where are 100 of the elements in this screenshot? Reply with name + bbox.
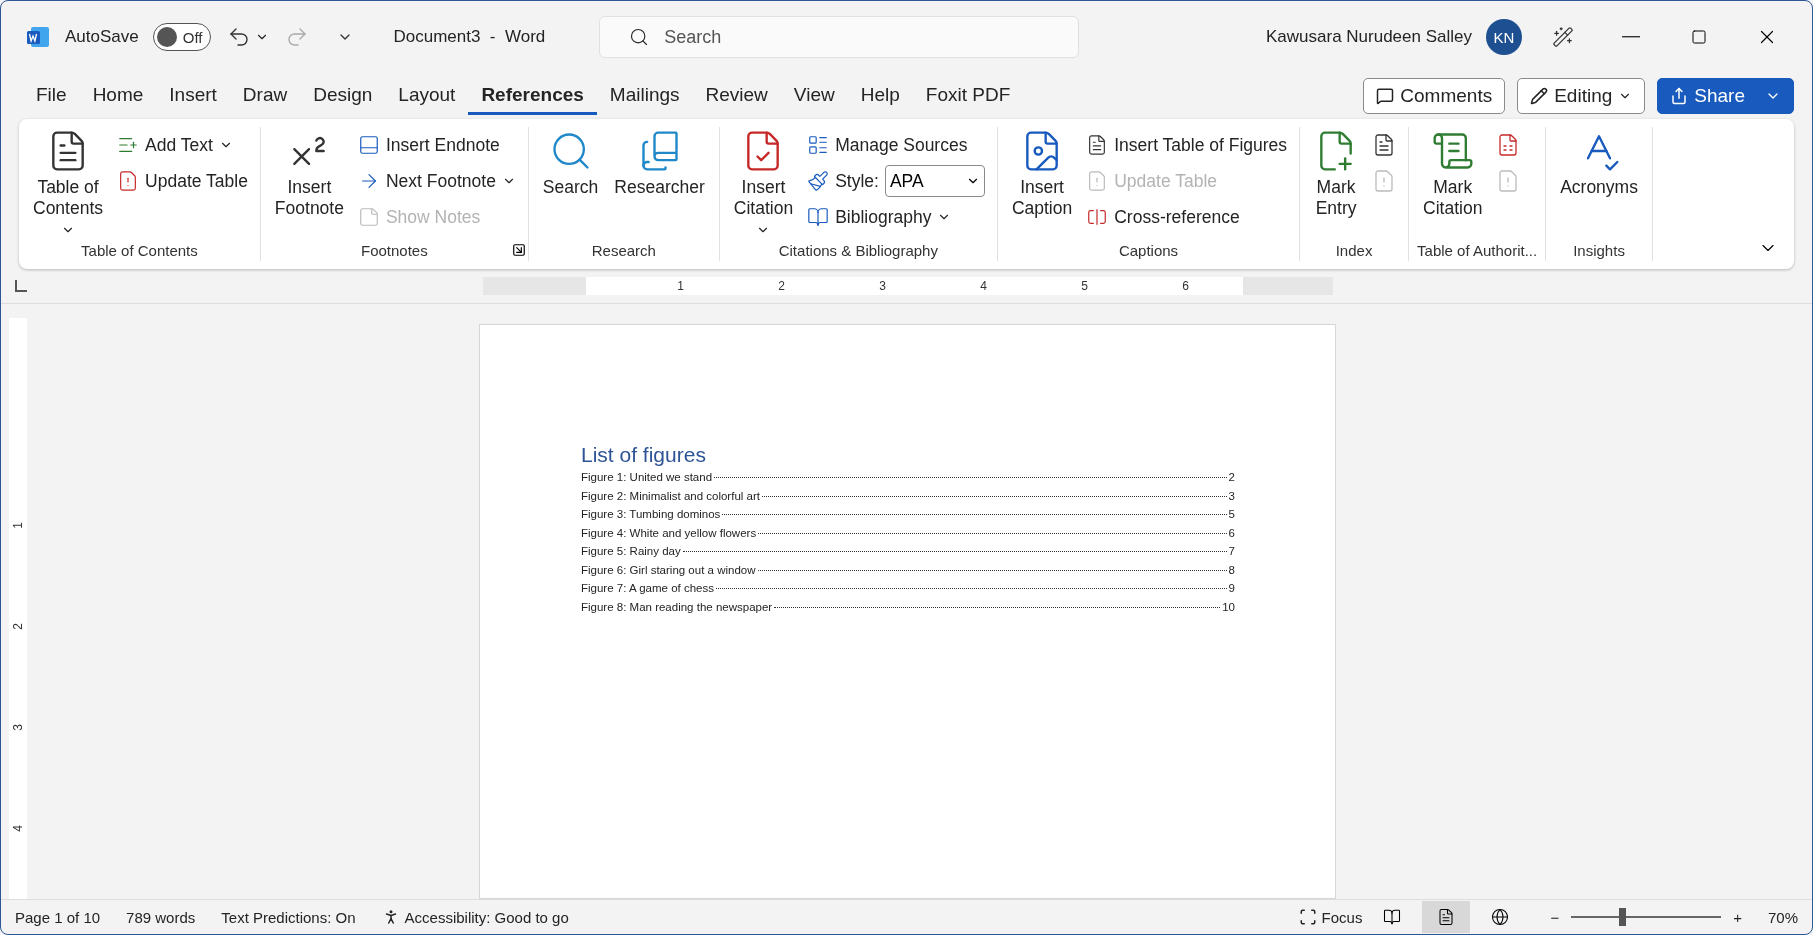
ruler-number: 5 xyxy=(1081,279,1088,293)
book-icon xyxy=(807,206,830,228)
ribbon-button[interactable]: Insert Endnote xyxy=(353,129,520,161)
document-title: Document3 - Word xyxy=(393,27,546,47)
ribbon-button[interactable]: Insert Footnote xyxy=(268,127,350,242)
figure-entry: Figure 2: Minimalist and colorful art xyxy=(581,489,760,502)
group-title: Table of Authorit... xyxy=(1417,242,1538,261)
panel-icon xyxy=(357,134,380,156)
page-number: 2 xyxy=(1228,471,1235,483)
user-name: Kawusara Nurudeen Salley xyxy=(1266,27,1472,47)
ribbon-button[interactable]: Mark Entry xyxy=(1308,127,1365,242)
zoom-out-button[interactable]: − xyxy=(1550,908,1560,926)
ribbon-button[interactable]: Manage Sources xyxy=(803,129,989,161)
menu-tab[interactable]: Layout xyxy=(385,77,469,115)
ruler-number: 6 xyxy=(1182,279,1189,293)
ruler-number: 3 xyxy=(11,724,25,731)
page-number: 5 xyxy=(1228,508,1235,520)
zoom-level[interactable]: 70% xyxy=(1767,908,1798,926)
figure-entry: Figure 5: Rainy day xyxy=(581,545,681,557)
group-title: Insights xyxy=(1573,242,1625,261)
zoom-in-button[interactable]: + xyxy=(1733,908,1742,926)
figure-entry: Figure 6: Girl staring out a window xyxy=(581,563,756,576)
ruler-number: 2 xyxy=(778,279,785,293)
ribbon-button[interactable]: Acronyms xyxy=(1554,127,1644,242)
menu-tab[interactable]: Draw xyxy=(229,77,301,115)
ribbon-button[interactable]: Mark Citation xyxy=(1417,127,1489,242)
page-number: 9 xyxy=(1228,582,1235,594)
ruler-number: 4 xyxy=(980,279,987,293)
ruler-number: 4 xyxy=(11,825,25,832)
user-avatar[interactable]: KN xyxy=(1486,19,1522,55)
figure-entry: Figure 8: Man reading the newspaper xyxy=(581,600,773,613)
menu-tab[interactable]: Review xyxy=(692,77,781,115)
globe-icon xyxy=(1491,908,1510,926)
ribbon-button[interactable]: Update Table xyxy=(113,165,252,197)
page-count: Page 1 of 10 xyxy=(15,908,101,926)
dialog-launcher-icon[interactable] xyxy=(511,243,526,257)
tab-stop-icon[interactable] xyxy=(15,280,27,292)
ribbon-button[interactable]: Insert Table of Figures xyxy=(1082,129,1292,161)
focus-button[interactable]: Focus xyxy=(1321,908,1363,926)
figure-entry: Figure 1: United we stand xyxy=(581,471,713,483)
menu-tab[interactable]: References xyxy=(468,77,597,115)
group-title: Table of Contents xyxy=(81,242,198,261)
note-icon xyxy=(357,206,380,228)
ribbon-button[interactable]: Researcher xyxy=(608,127,711,242)
page-number: 8 xyxy=(1228,563,1235,576)
ribbon-button[interactable]: Add Text xyxy=(113,129,252,161)
zoom-slider-thumb[interactable] xyxy=(1619,908,1627,926)
ribbon-button[interactable]: Insert Citation xyxy=(727,127,800,242)
list-icon xyxy=(807,134,830,156)
ribbon-button[interactable]: Insert Caption xyxy=(1005,127,1079,242)
autosave-toggle[interactable]: Off xyxy=(152,23,212,51)
minimize-icon xyxy=(1622,36,1640,38)
menu-tab[interactable]: Help xyxy=(847,77,913,115)
ribbon-button[interactable]: Bibliography xyxy=(803,201,989,233)
ribbon-button[interactable]: Table of Contents xyxy=(27,127,110,242)
menu-tab[interactable]: Foxit PDF xyxy=(912,77,1024,115)
menu-tab[interactable]: File xyxy=(23,77,80,115)
menu-tab[interactable]: Home xyxy=(79,77,157,115)
page-number: 10 xyxy=(1222,600,1235,613)
ribbon-button[interactable]: Cross-reference xyxy=(1082,201,1292,233)
page-number: 7 xyxy=(1228,545,1235,557)
focus-icon xyxy=(1298,908,1317,926)
brush-icon xyxy=(807,170,830,192)
group-title: Footnotes xyxy=(361,242,428,261)
page-number: 6 xyxy=(1228,526,1235,539)
editing-button[interactable]: Editing xyxy=(1517,78,1646,114)
text-predictions[interactable]: Text Predictions: On xyxy=(221,908,356,926)
group-title: Index xyxy=(1335,242,1373,261)
accessibility-status[interactable]: Accessibility: Good to go xyxy=(404,908,569,926)
word-count: 789 words xyxy=(126,908,196,926)
ribbon-button[interactable]: Search xyxy=(536,127,605,242)
menu-tab[interactable]: Insert xyxy=(156,77,230,115)
figure-entry: Figure 3: Tumbing dominos xyxy=(581,508,721,520)
figure-entry: Figure 7: A game of chess xyxy=(581,582,714,594)
autosave-label: AutoSave xyxy=(65,27,139,47)
ruler-number: 1 xyxy=(677,279,684,293)
page-number: 3 xyxy=(1228,489,1235,502)
style-label: Style: xyxy=(835,170,879,192)
split-square-icon xyxy=(1086,206,1109,228)
share-icon xyxy=(1670,87,1689,105)
wand-icon[interactable] xyxy=(1550,24,1576,50)
share-button[interactable]: Share xyxy=(1657,78,1794,114)
menu-tab[interactable]: Mailings xyxy=(596,77,693,115)
group-title: Citations & Bibliography xyxy=(778,242,938,261)
menu-tab[interactable]: Design xyxy=(300,77,386,115)
pencil-icon xyxy=(1530,87,1549,105)
ruler-number: 3 xyxy=(879,279,886,293)
maximize-icon xyxy=(1691,29,1707,45)
document-heading: List of figures xyxy=(581,443,707,467)
comments-button[interactable]: Comments xyxy=(1363,78,1506,114)
book-icon xyxy=(1383,908,1402,926)
group-title: Research xyxy=(591,242,656,261)
search-field[interactable]: Search xyxy=(599,16,1080,58)
print-layout-button[interactable] xyxy=(1422,901,1471,933)
word-logo-icon xyxy=(25,24,51,50)
ribbon-button[interactable]: Next Footnote xyxy=(353,165,520,197)
figure-entry: Figure 4: White and yellow flowers xyxy=(581,526,757,539)
menu-tab[interactable]: View xyxy=(780,77,848,115)
style-select[interactable]: APA xyxy=(884,165,985,197)
document-icon xyxy=(1437,908,1456,926)
